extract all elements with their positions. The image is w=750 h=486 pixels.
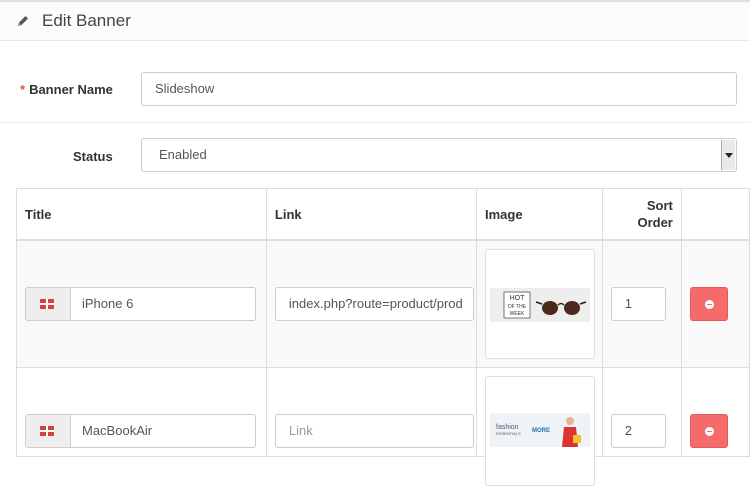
column-header-action bbox=[680, 188, 750, 241]
remove-button[interactable] bbox=[689, 287, 728, 321]
banner-image: fashion ESSENTIALS MORE bbox=[489, 413, 590, 447]
column-header-link: Link bbox=[265, 188, 477, 241]
pencil-icon bbox=[18, 16, 28, 26]
banner-name-label: * Banner Name bbox=[20, 82, 113, 97]
sort-order-input[interactable]: 1 bbox=[610, 287, 666, 321]
action-cell bbox=[680, 239, 750, 368]
language-flag-icon bbox=[26, 415, 71, 447]
sort-order-cell: 1 bbox=[601, 239, 682, 368]
column-header-title: Title bbox=[16, 188, 267, 241]
column-header-sort-order: Sort Order bbox=[601, 188, 682, 241]
title-cell: iPhone 6 bbox=[16, 239, 267, 368]
divider bbox=[0, 122, 750, 123]
column-header-image: Image bbox=[475, 188, 603, 241]
banner-image-thumbnail[interactable]: HOT OF THE WEEK bbox=[484, 249, 595, 359]
title-input[interactable]: MacBookAir bbox=[25, 414, 256, 448]
page-title: Edit Banner bbox=[42, 11, 131, 30]
link-input[interactable]: index.php?route=product/prod bbox=[274, 287, 474, 321]
link-cell: Link bbox=[265, 367, 477, 457]
table-row: MacBookAir Link fashion ESSENTIALS MORE bbox=[16, 367, 750, 486]
status-label: Status bbox=[73, 149, 113, 164]
sort-order-input[interactable]: 2 bbox=[610, 414, 666, 448]
svg-text:OF THE: OF THE bbox=[508, 304, 527, 310]
banner-images-table: Title Link Image Sort Order iPhone 6 ind… bbox=[16, 188, 750, 486]
title-input[interactable]: iPhone 6 bbox=[25, 287, 256, 321]
svg-text:fashion: fashion bbox=[496, 424, 519, 431]
sort-order-cell: 2 bbox=[601, 367, 682, 457]
remove-button[interactable] bbox=[689, 414, 728, 448]
link-input[interactable]: Link bbox=[274, 414, 474, 448]
status-select[interactable]: Enabled bbox=[141, 138, 737, 172]
panel-heading: Edit Banner bbox=[0, 0, 750, 41]
svg-text:ESSENTIALS: ESSENTIALS bbox=[496, 431, 521, 436]
table-row: iPhone 6 index.php?route=product/prod HO… bbox=[16, 239, 750, 368]
image-cell: fashion ESSENTIALS MORE bbox=[475, 367, 603, 486]
svg-text:HOT: HOT bbox=[510, 295, 526, 302]
language-flag-icon bbox=[26, 288, 71, 320]
title-cell: MacBookAir bbox=[16, 367, 267, 457]
chevron-down-icon[interactable] bbox=[721, 140, 735, 170]
svg-text:WEEK: WEEK bbox=[510, 311, 525, 317]
banner-image: HOT OF THE WEEK bbox=[489, 288, 590, 322]
status-selected-value: Enabled bbox=[159, 147, 207, 162]
link-cell: index.php?route=product/prod bbox=[265, 239, 477, 368]
action-cell bbox=[680, 367, 750, 457]
banner-image-thumbnail[interactable]: fashion ESSENTIALS MORE bbox=[484, 376, 595, 486]
svg-text:MORE: MORE bbox=[532, 428, 550, 434]
image-cell: HOT OF THE WEEK bbox=[475, 239, 603, 368]
banner-name-input[interactable]: Slideshow bbox=[141, 72, 737, 106]
